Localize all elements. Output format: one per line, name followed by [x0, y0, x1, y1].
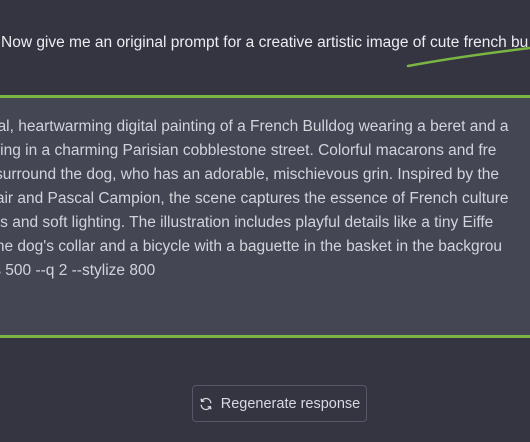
- regenerate-response-button[interactable]: Regenerate response: [192, 385, 367, 422]
- response-line: on the dog's collar and a bicycle with a…: [0, 238, 503, 255]
- response-line: nsical, heartwarming digital painting of…: [0, 118, 509, 135]
- refresh-icon: [200, 397, 212, 410]
- response-line: tones and soft lighting. The illustratio…: [0, 214, 494, 231]
- regenerate-response-label: Regenerate response: [220, 395, 361, 412]
- green-underline-annotation: [406, 46, 530, 68]
- response-line: tanding in a charming Parisian cobblesto…: [0, 142, 497, 159]
- chat-page: Now give me an original prompt for a cre…: [0, 0, 530, 442]
- response-line: nts surround the dog, who has an adorabl…: [0, 166, 500, 183]
- assistant-response-text: nsical, heartwarming digital painting of…: [0, 115, 530, 283]
- response-line: y Blair and Pascal Campion, the scene ca…: [0, 190, 509, 207]
- response-line: 5 --s 500 --q 2 --stylize 800: [0, 262, 156, 279]
- assistant-response: nsical, heartwarming digital painting of…: [0, 95, 530, 338]
